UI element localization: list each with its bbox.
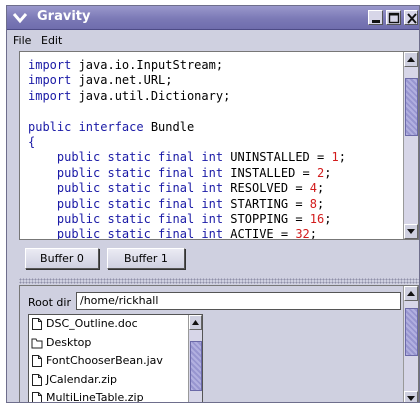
arrow-up-icon [407, 57, 415, 62]
menu-bar: File Edit [7, 31, 419, 50]
file-list-item[interactable]: JCalendar.zip [29, 371, 202, 390]
code-line: public static final int UNINSTALLED = 1; [28, 150, 346, 165]
code-token: STARTING = [230, 196, 310, 211]
code-token: java.net.URL; [78, 73, 173, 88]
code-token: Bundle [150, 119, 195, 134]
browser-vertical-scrollbar[interactable] [403, 286, 418, 402]
editor-scroll-down-button[interactable] [404, 224, 418, 239]
code-line: public static final int ACTIVE = 32; [28, 227, 346, 240]
code-number: 4 [309, 181, 318, 196]
file-list-item[interactable]: MultiLineTable.zip [29, 389, 202, 403]
arrow-down-icon [407, 229, 415, 234]
code-line: public static final int INSTALLED = 2; [28, 166, 346, 181]
split-pane-divider[interactable] [19, 278, 419, 284]
code-keyword: public static final int [28, 227, 231, 240]
root-dir-field[interactable]: /home/rickhall [76, 292, 401, 310]
file-name: MultiLineTable.zip [46, 391, 144, 403]
code-keyword: public static final int [28, 181, 231, 196]
code-keyword: public static final int [28, 196, 231, 211]
file-list-scrollbar[interactable] [188, 315, 202, 402]
code-token: ACTIVE = [230, 227, 296, 240]
gravity-window: Gravity File Edit import java.io.InputSt… [6, 5, 420, 403]
code-token: java.io.InputStream; [78, 58, 224, 72]
window-title: Gravity [37, 9, 91, 24]
code-token: RESOLVED = [230, 181, 310, 196]
title-bar[interactable]: Gravity [7, 6, 419, 30]
file-list[interactable]: DSC_Outline.doc Desktop FontChooserBean.ja… [28, 314, 203, 403]
menu-edit[interactable]: Edit [41, 34, 62, 47]
file-browser-panel: Root dir /home/rickhall DSC_Outline.doc D… [19, 285, 419, 403]
arrow-down-icon [407, 396, 415, 401]
code-text[interactable]: import java.io.InputStream; import java.n… [28, 58, 346, 240]
code-token: ; [338, 150, 346, 165]
file-icon [32, 392, 42, 402]
buffer-0-button[interactable]: Buffer 0 [25, 248, 99, 269]
code-number: 1 [331, 150, 339, 165]
code-keyword: import [28, 58, 79, 72]
code-token: ; [309, 227, 318, 240]
maximize-icon [388, 12, 400, 24]
code-keyword: public static final int [28, 211, 231, 226]
menu-file[interactable]: File [13, 34, 31, 47]
editor-vertical-scrollbar[interactable] [403, 52, 418, 239]
close-icon [407, 13, 417, 24]
file-icon [32, 318, 42, 330]
window-menu-chevron-icon[interactable] [12, 11, 28, 25]
code-number: 32 [295, 227, 310, 240]
code-token: ; [317, 181, 325, 196]
browser-scroll-up-button[interactable] [404, 286, 418, 301]
code-keyword: public static final int [28, 165, 231, 180]
editor-scroll-up-button[interactable] [404, 52, 418, 67]
code-editor[interactable]: import java.io.InputStream; import java.n… [19, 51, 419, 240]
folder-icon [31, 338, 43, 348]
root-dir-label: Root dir [28, 296, 71, 309]
editor-scroll-thumb[interactable] [405, 78, 418, 136]
code-number: 16 [309, 211, 325, 226]
code-keyword: public interface [28, 119, 151, 134]
code-line: public interface Bundle [28, 120, 346, 135]
file-list-scroll-thumb[interactable] [190, 341, 202, 391]
code-line: import java.io.InputStream; [28, 58, 346, 73]
arrow-up-icon [407, 291, 415, 296]
close-button[interactable] [404, 10, 418, 25]
file-list-scroll-up-button[interactable] [189, 315, 202, 330]
code-token: ; [324, 211, 332, 226]
buffer-1-button[interactable]: Buffer 1 [107, 248, 185, 269]
file-list-items: DSC_Outline.doc Desktop FontChooserBean.ja… [29, 315, 202, 403]
code-token: STOPPING = [230, 211, 310, 226]
code-keyword: import [28, 73, 79, 88]
file-name: DSC_Outline.doc [46, 317, 138, 330]
code-line: import java.net.URL; [28, 73, 346, 88]
file-icon [32, 355, 42, 367]
minimize-button[interactable] [368, 10, 383, 25]
code-token: INSTALLED = [230, 165, 317, 180]
minimize-icon [372, 20, 380, 23]
code-line: public static final int STARTING = 8; [28, 197, 346, 212]
file-list-item[interactable]: DSC_Outline.doc [29, 315, 202, 334]
code-token: ; [317, 196, 325, 211]
browser-scroll-down-button[interactable] [404, 391, 418, 402]
code-keyword: import [28, 88, 79, 103]
file-list-item[interactable]: FontChooserBean.jav [29, 352, 202, 371]
code-line: public static final int STOPPING = 16; [28, 212, 346, 227]
file-icon [32, 373, 42, 386]
code-token: java.util.Dictionary; [78, 88, 231, 103]
code-line: public static final int RESOLVED = 4; [28, 181, 346, 196]
file-list-item[interactable]: Desktop [29, 334, 202, 353]
code-line: { [28, 135, 346, 150]
browser-scroll-thumb[interactable] [405, 308, 418, 356]
arrow-up-icon [192, 320, 199, 325]
maximize-button[interactable] [386, 10, 401, 25]
code-token: UNINSTALLED = [230, 150, 332, 165]
code-keyword: public static final int [28, 150, 231, 165]
file-name: Desktop [46, 335, 92, 349]
code-number: 8 [309, 196, 318, 211]
code-line: import java.util.Dictionary; [28, 89, 346, 104]
code-token: ; [324, 165, 332, 180]
file-name: FontChooserBean.jav [46, 354, 163, 367]
code-keyword: { [28, 134, 36, 149]
file-name: JCalendar.zip [46, 372, 118, 386]
